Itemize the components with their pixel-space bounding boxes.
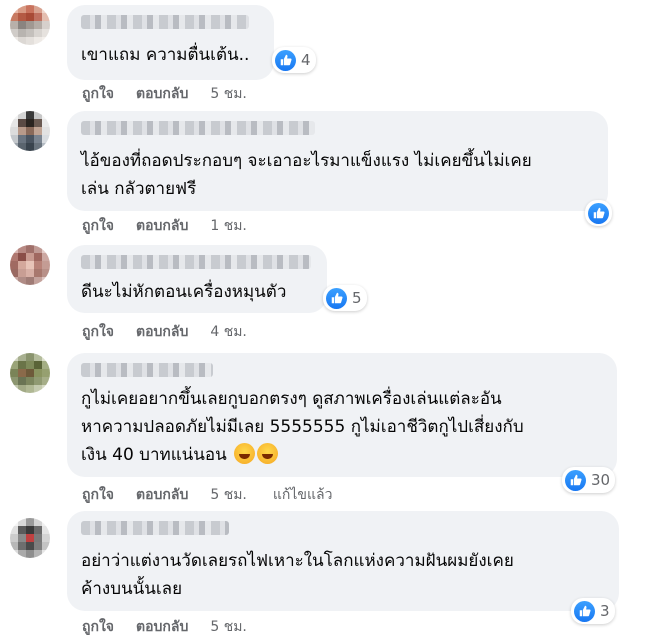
reaction-summary[interactable]: 4 bbox=[272, 47, 316, 73]
like-count: 4 bbox=[301, 51, 311, 69]
reply-action[interactable]: ตอบกลับ bbox=[136, 215, 188, 237]
thumbs-up-icon bbox=[275, 49, 296, 71]
thumbs-up-icon bbox=[326, 287, 347, 309]
comment-bubble: ดีนะไม่หักตอนเครื่องหมุนตัว bbox=[67, 245, 327, 313]
timestamp[interactable]: 5 ชม. bbox=[210, 484, 247, 506]
comment-text-line-2: หาความปลอดภัยไม่มีเลย 5555555 กูไม่เอาชี… bbox=[81, 417, 524, 437]
blurred-author-name[interactable] bbox=[81, 15, 249, 29]
rofl-emoji-icon bbox=[234, 443, 256, 464]
comment-bubble: กูไม่เคยอยากขึ้นเลยกูบอกตรงๆ ดูสภาพเครื่… bbox=[67, 353, 617, 477]
timestamp[interactable]: 5 ชม. bbox=[210, 616, 247, 638]
comment-bubble: เขาแถม ความตื่นเต้น.. bbox=[67, 5, 274, 80]
timestamp[interactable]: 1 ชม. bbox=[210, 215, 247, 237]
like-action[interactable]: ถูกใจ bbox=[82, 83, 114, 105]
comment-actions: ถูกใจ ตอบกลับ 5 ชม. bbox=[82, 616, 273, 638]
comment-text-line-3: เงิน 40 บาทแน่นอน bbox=[81, 445, 227, 465]
like-action[interactable]: ถูกใจ bbox=[82, 616, 114, 638]
thumbs-up-icon bbox=[574, 600, 595, 622]
like-action[interactable]: ถูกใจ bbox=[82, 484, 114, 506]
comment-actions: ถูกใจ ตอบกลับ 1 ชม. bbox=[82, 215, 273, 237]
like-count: 30 bbox=[591, 471, 611, 489]
thumbs-up-icon bbox=[588, 202, 609, 224]
reaction-summary[interactable] bbox=[585, 200, 612, 226]
edited-label[interactable]: แก้ไขแล้ว bbox=[273, 484, 333, 506]
comment-bubble: ไอ้ของที่ถอดประกอบๆ จะเอาอะไรมาแข็งแรง ไ… bbox=[67, 111, 608, 211]
like-action[interactable]: ถูกใจ bbox=[82, 215, 114, 237]
like-count: 5 bbox=[352, 289, 362, 307]
timestamp[interactable]: 5 ชม. bbox=[210, 83, 247, 105]
reaction-summary[interactable]: 30 bbox=[562, 467, 616, 493]
avatar[interactable] bbox=[10, 245, 50, 285]
reaction-summary[interactable]: 3 bbox=[571, 598, 615, 624]
avatar[interactable] bbox=[10, 111, 50, 151]
comment-text: ดีนะไม่หักตอนเครื่องหมุนตัว bbox=[81, 282, 287, 302]
blurred-author-name[interactable] bbox=[81, 363, 213, 377]
comment-actions: ถูกใจ ตอบกลับ 4 ชม. bbox=[82, 321, 273, 343]
thumbs-up-icon bbox=[565, 469, 586, 491]
comment-bubble: อย่าว่าแต่งานวัดเลยรถไฟเหาะในโลกแห่งความ… bbox=[67, 511, 619, 611]
reply-action[interactable]: ตอบกลับ bbox=[136, 616, 188, 638]
reaction-summary[interactable]: 5 bbox=[323, 285, 367, 311]
blurred-author-name[interactable] bbox=[81, 255, 311, 269]
avatar[interactable] bbox=[10, 518, 50, 558]
comment-text: เขาแถม ความตื่นเต้น.. bbox=[81, 45, 250, 65]
blurred-author-name[interactable] bbox=[81, 521, 229, 535]
comment-text: กูไม่เคยอยากขึ้นเลยกูบอกตรงๆ ดูสภาพเครื่… bbox=[81, 385, 603, 469]
like-action[interactable]: ถูกใจ bbox=[82, 321, 114, 343]
comment-text-line-1: กูไม่เคยอยากขึ้นเลยกูบอกตรงๆ ดูสภาพเครื่… bbox=[81, 389, 502, 409]
comment-actions: ถูกใจ ตอบกลับ 5 ชม. แก้ไขแล้ว bbox=[82, 484, 332, 506]
timestamp[interactable]: 4 ชม. bbox=[210, 321, 247, 343]
comment-text: ไอ้ของที่ถอดประกอบๆ จะเอาอะไรมาแข็งแรง ไ… bbox=[81, 151, 532, 199]
reply-action[interactable]: ตอบกลับ bbox=[136, 83, 188, 105]
comment-actions: ถูกใจ ตอบกลับ 5 ชม. bbox=[82, 83, 273, 105]
like-count: 3 bbox=[600, 602, 610, 620]
rofl-emoji-icon bbox=[257, 443, 279, 464]
reply-action[interactable]: ตอบกลับ bbox=[136, 321, 188, 343]
comment-text: อย่าว่าแต่งานวัดเลยรถไฟเหาะในโลกแห่งความ… bbox=[81, 551, 514, 599]
blurred-author-name[interactable] bbox=[81, 121, 315, 135]
avatar[interactable] bbox=[10, 353, 50, 393]
avatar[interactable] bbox=[10, 5, 50, 45]
reply-action[interactable]: ตอบกลับ bbox=[136, 484, 188, 506]
